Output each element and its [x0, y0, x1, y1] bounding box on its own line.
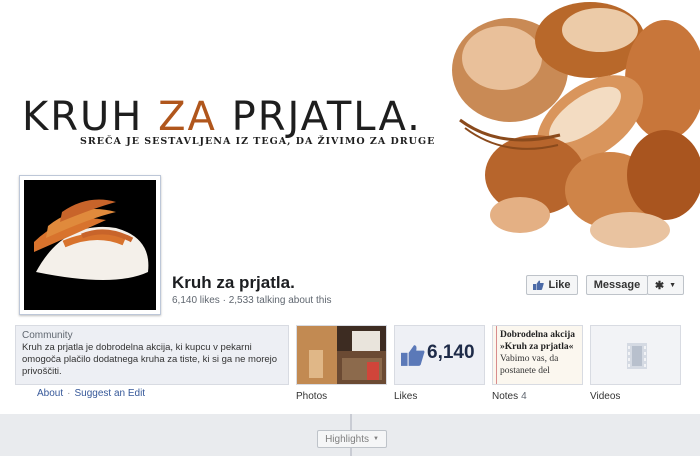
talking-about-text: 2,533 talking about this [228, 295, 332, 306]
stats-separator: · [219, 295, 229, 306]
page-description: Kruh za prjatla je dobrodelna akcija, ki… [22, 342, 278, 377]
cover-title-part2: PRJATLA. [216, 94, 422, 140]
notes-tile[interactable]: Dobrodelna akcija »Kruh za prjatla« Vabi… [492, 325, 583, 385]
note-margin-line [496, 326, 497, 384]
cover-subtitle: SREČA JE SESTAVLJENA IZ TEGA, DA ŽIVIMO … [80, 136, 436, 147]
about-link[interactable]: About [37, 388, 63, 399]
notes-label[interactable]: Notes 4 [492, 391, 527, 402]
like-button[interactable]: Like [526, 275, 578, 295]
film-strip-icon [627, 343, 647, 369]
thumbs-up-icon [401, 344, 425, 371]
suggest-edit-link[interactable]: Suggest an Edit [74, 388, 145, 399]
gear-icon: ✱ [654, 279, 665, 292]
note-title-line2: »Kruh za prjatla« [500, 342, 574, 352]
photos-label[interactable]: Photos [296, 391, 327, 402]
page-category: Community [22, 330, 73, 341]
likes-count-text: 6,140 likes [172, 295, 220, 306]
likes-tile-count: 6,140 [427, 342, 475, 363]
chevron-down-icon: ▼ [372, 436, 379, 442]
cover-title-accent: ZA [158, 94, 217, 140]
note-body-line1: Vabimo vas, da [500, 354, 559, 364]
profile-picture-image [24, 180, 156, 310]
note-body-line2: postanete del [500, 366, 550, 376]
message-button-label: Message [593, 279, 641, 291]
page-title[interactable]: Kruh za prjatla. [172, 273, 295, 293]
photos-tile[interactable] [296, 325, 387, 385]
thumbs-up-icon [533, 280, 545, 290]
notes-count: 4 [521, 391, 527, 402]
message-button[interactable]: Message [586, 275, 648, 295]
cover-title: KRUH ZA PRJATLA. [22, 94, 422, 140]
cover-title-part1: KRUH [22, 94, 159, 140]
likes-label[interactable]: Likes [394, 391, 417, 402]
bread-basket-illustration [452, 2, 700, 248]
facebook-page: KRUH ZA PRJATLA. SREČA JE SESTAVLJENA IZ… [0, 0, 700, 456]
notes-label-text: Notes [492, 391, 519, 402]
like-button-label: Like [548, 279, 571, 291]
page-stats: 6,140 likes · 2,533 talking about this [172, 295, 332, 306]
highlights-label: Highlights [325, 433, 369, 445]
likes-tile[interactable]: 6,140 [394, 325, 485, 385]
highlights-dropdown[interactable]: Highlights ▼ [317, 430, 387, 448]
bread-logo-icon [34, 199, 149, 280]
videos-label[interactable]: Videos [590, 391, 620, 402]
page-options-menu[interactable]: ✱ ▼ [647, 275, 684, 295]
about-box[interactable]: Community Kruh za prjatla je dobrodelna … [15, 325, 289, 385]
about-links: About · Suggest an Edit [37, 388, 145, 399]
profile-picture[interactable] [19, 175, 161, 315]
photos-thumbnail [297, 326, 386, 384]
link-separator: · [67, 388, 71, 399]
note-title-line1: Dobrodelna akcija [500, 330, 576, 340]
videos-tile[interactable] [590, 325, 681, 385]
chevron-down-icon: ▼ [669, 281, 677, 289]
